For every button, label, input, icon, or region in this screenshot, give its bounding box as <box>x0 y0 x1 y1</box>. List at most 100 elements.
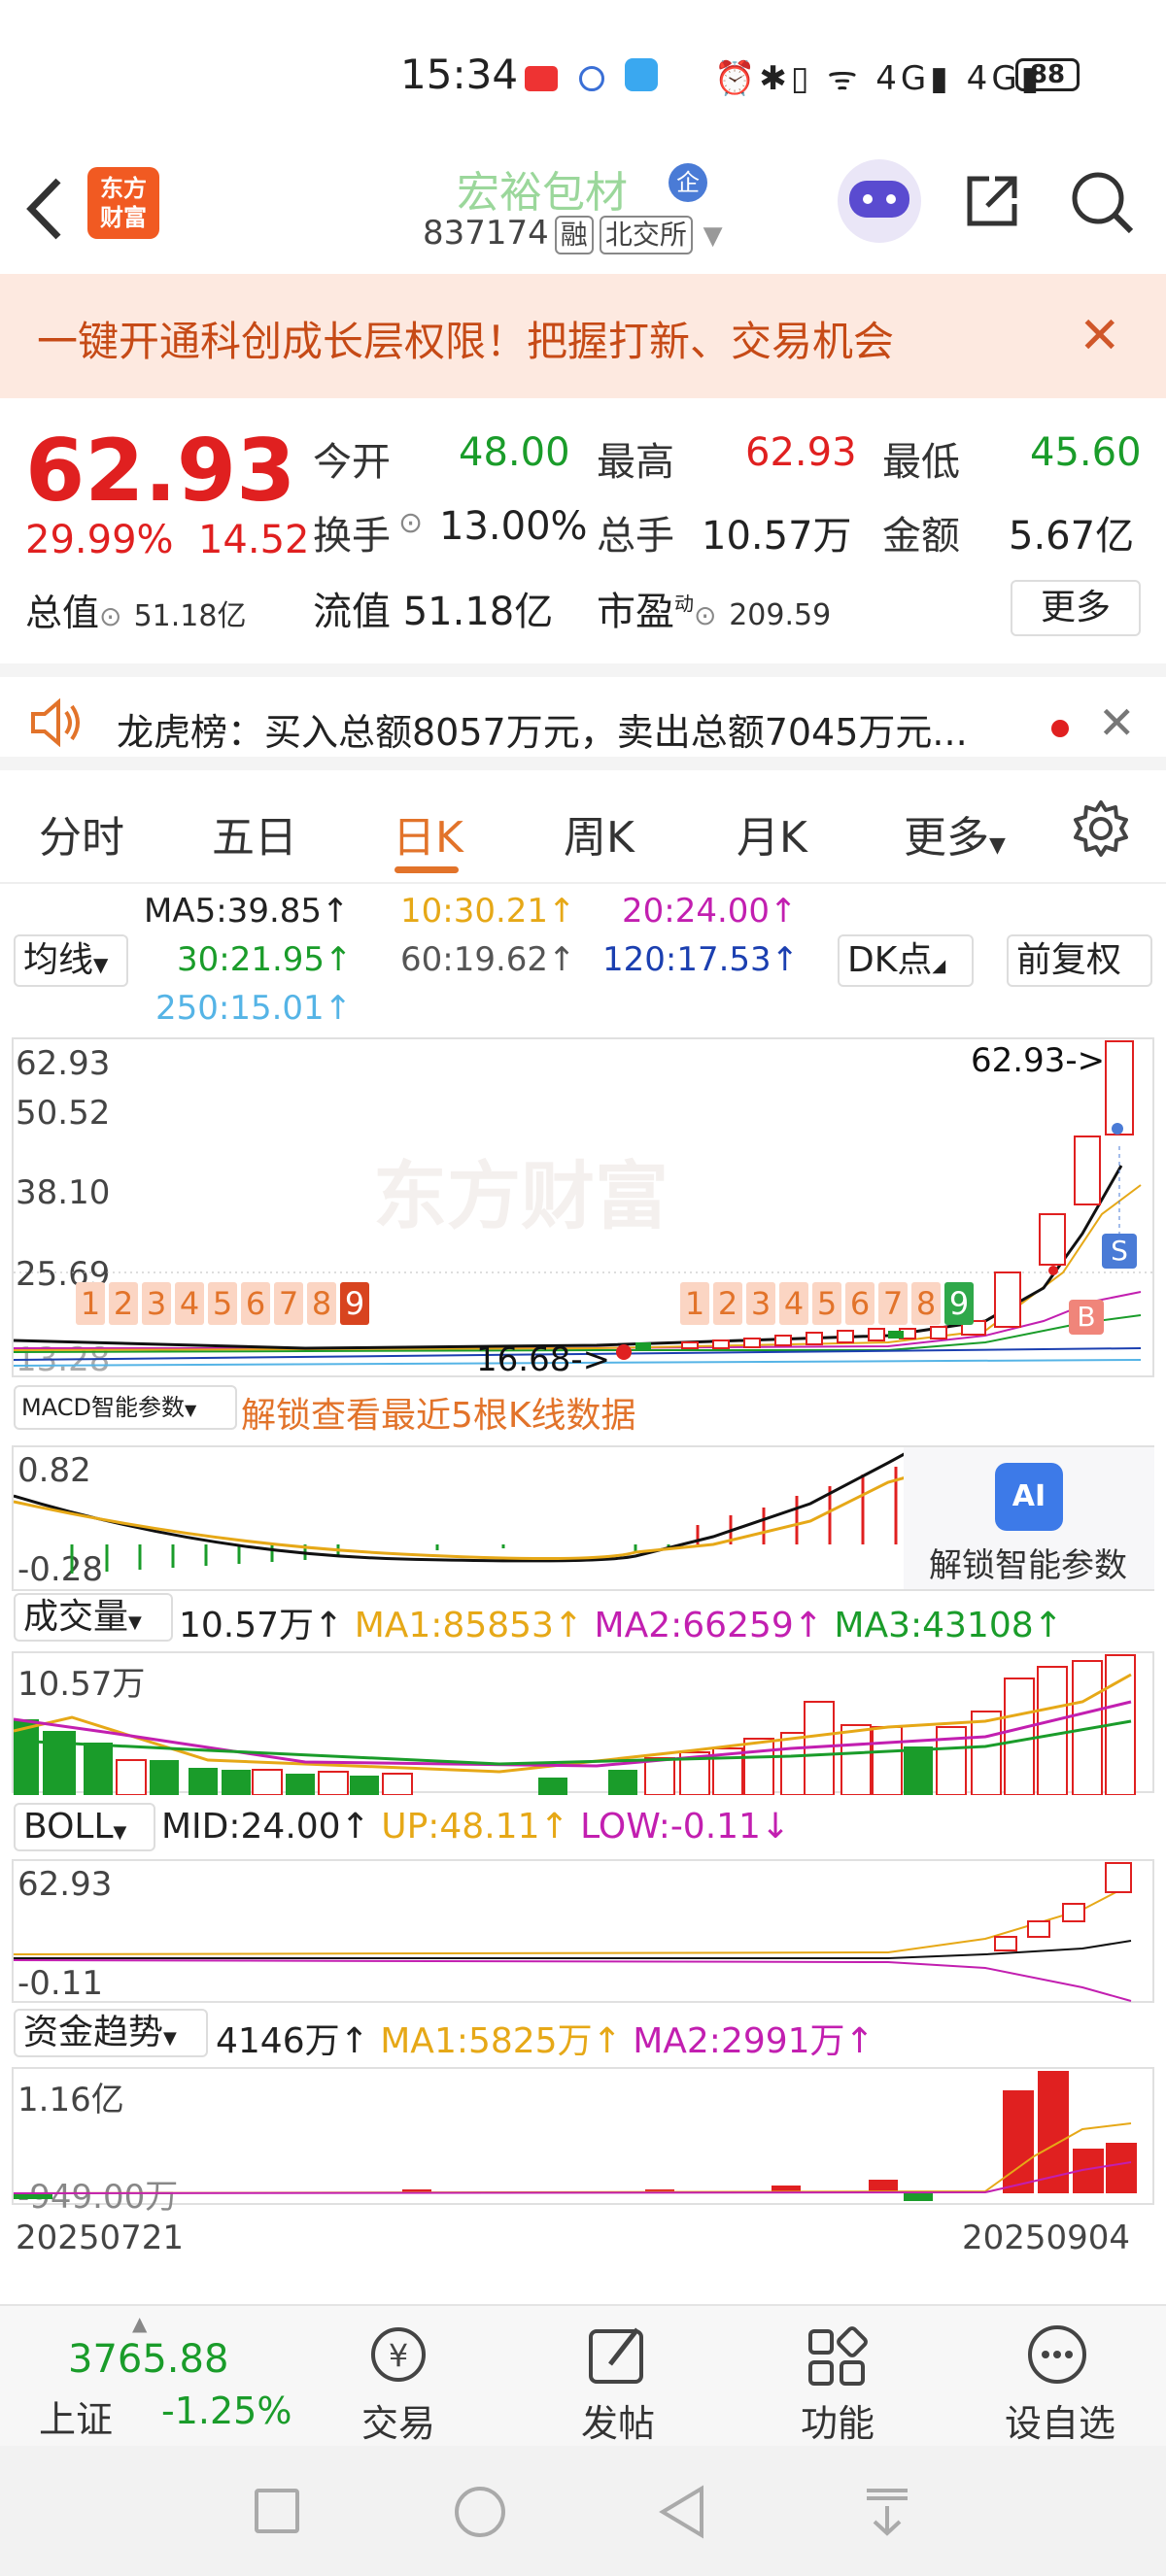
sequence-markers-1: 1 2 3 4 5 6 7 8 9 <box>76 1282 369 1325</box>
ma-selector[interactable]: 均线▼ <box>14 934 128 987</box>
candle <box>994 1271 1021 1328</box>
total-mkt-value: 51.18亿 <box>133 599 247 633</box>
sequence-markers-2: 1 2 3 4 5 6 7 8 9 <box>680 1267 974 1325</box>
caret-down-icon: ▼ <box>128 1612 142 1633</box>
dragon-tiger-bar[interactable]: 龙虎榜：买入总额8057万元，卖出总额7045万元... ✕ <box>0 663 1166 770</box>
seq-marker: 6 <box>845 1282 874 1325</box>
ma120-value: 120:17.53↑ <box>602 940 800 979</box>
volume-ma1: MA1:85853↑ <box>354 1606 584 1645</box>
dk-point-label: DK点 <box>847 940 933 980</box>
pe-sup: 动 <box>674 592 694 616</box>
home-icon[interactable] <box>455 2487 505 2537</box>
ai-unlock-label: 解锁智能参数 <box>929 1546 1127 1585</box>
high-price-note: 62.93-> <box>971 1041 1106 1080</box>
promo-banner[interactable]: 一键开通科创成长层权限！把握打新、交易机会 ✕ <box>0 274 1166 398</box>
caret-down-icon: ▼ <box>163 2028 177 2049</box>
info-icon[interactable]: ⊙ <box>99 600 121 632</box>
back-icon[interactable] <box>657 2485 709 2539</box>
tab-daily-k[interactable]: 日K <box>393 802 463 864</box>
boll-up-line <box>14 1883 1132 1955</box>
boll-chart[interactable]: 62.93 -0.11 <box>12 1859 1154 2003</box>
search-icon[interactable] <box>1069 169 1135 235</box>
candle <box>681 1341 699 1349</box>
index-change[interactable]: -1.25% <box>161 2390 292 2432</box>
nav-functions[interactable]: 功能 <box>789 2393 886 2447</box>
volume-ma3: MA3:43108↑ <box>834 1606 1063 1645</box>
candle <box>888 1331 904 1339</box>
back-arrow-icon[interactable] <box>25 175 93 253</box>
candle <box>868 1328 885 1341</box>
ma10-value: 10:30.21↑ <box>400 892 576 931</box>
recents-icon[interactable] <box>255 2489 299 2533</box>
tab-5day[interactable]: 五日 <box>212 802 297 864</box>
high-value: 62.93 <box>745 430 857 475</box>
share-icon[interactable] <box>962 171 1022 231</box>
gear-icon[interactable] <box>1071 798 1131 859</box>
low-price-note: 16.68-> <box>476 1340 611 1379</box>
close-icon[interactable]: ✕ <box>1098 696 1136 749</box>
promo-text[interactable]: 一键开通科创成长层权限！把握打新、交易机会 <box>37 309 894 368</box>
nav-post[interactable]: 发帖 <box>569 2393 667 2447</box>
more-button[interactable]: 更多 <box>1011 580 1141 636</box>
fund-svg <box>14 2071 1137 2201</box>
nav-trade[interactable]: 交易 <box>350 2393 447 2447</box>
seq-marker: 8 <box>911 1282 941 1325</box>
kline-chart[interactable]: 东方财富 62.93 50.52 38.10 25.69 13.28 62.93… <box>12 1037 1156 1379</box>
more-dots-icon[interactable] <box>1020 2320 1094 2393</box>
seq-marker: 5 <box>208 1282 237 1325</box>
change-percent: 29.99% <box>25 518 174 562</box>
fund-chart[interactable]: 1.16亿 -949.00万 <box>12 2067 1154 2217</box>
macd-unlock-text[interactable]: 解锁查看最近5根K线数据 <box>241 1387 636 1438</box>
tab-monthly-k[interactable]: 月K <box>737 802 807 864</box>
close-icon[interactable]: ✕ <box>1079 307 1121 365</box>
macd-selector-label: MACD智能参数 <box>21 1394 185 1421</box>
functions-icon[interactable] <box>801 2320 874 2393</box>
index-value[interactable]: 3765.88 <box>68 2337 228 2382</box>
index-name[interactable]: 上证 <box>39 2390 113 2443</box>
volume-selector[interactable]: 成交量▼ <box>14 1593 173 1642</box>
candle <box>635 1342 651 1350</box>
pull-down-icon[interactable] <box>863 2485 911 2539</box>
ai-robot-avatar[interactable] <box>838 159 921 243</box>
stock-code-row[interactable]: 837174 融北交所 ▼ <box>423 214 723 254</box>
fund-selector[interactable]: 资金趋势▼ <box>14 2009 208 2057</box>
seq-marker: 2 <box>713 1282 742 1325</box>
tab-intraday[interactable]: 分时 <box>39 802 124 864</box>
turnover-value: 13.00% <box>439 504 588 549</box>
stock-name[interactable]: 宏裕包材 <box>457 157 628 220</box>
boll-low: LOW:-0.11↓ <box>580 1807 791 1847</box>
nav-add-watchlist[interactable]: 设自选 <box>997 2393 1123 2447</box>
boll-selector[interactable]: BOLL▼ <box>14 1803 155 1851</box>
tab-weekly-k[interactable]: 周K <box>564 802 634 864</box>
candle <box>1105 1040 1134 1135</box>
candle <box>712 1339 730 1349</box>
dragon-tiger-text[interactable]: 龙虎榜：买入总额8057万元，卖出总额7045万元... <box>117 702 968 756</box>
trade-icon[interactable]: ¥ <box>361 2320 435 2393</box>
candle <box>930 1326 947 1339</box>
dk-point-button[interactable]: DK点◢ <box>838 934 974 987</box>
macd-selector[interactable]: MACD智能参数▼ <box>14 1385 237 1430</box>
tab-more[interactable]: 更多▼ <box>904 802 1006 864</box>
seq-marker: 3 <box>142 1282 171 1325</box>
seq-marker: 6 <box>241 1282 270 1325</box>
chevron-down-icon: ▼ <box>703 221 723 251</box>
info-icon[interactable]: ⊙ <box>694 599 716 631</box>
bottom-nav: ▲ 3765.88 上证 -1.25% ¥ 交易 发帖 功能 设自选 <box>0 2304 1166 2446</box>
ma250-value: 250:15.01↑ <box>155 989 353 1028</box>
post-icon[interactable] <box>581 2320 655 2393</box>
low-marker <box>616 1344 632 1360</box>
ma30-value: 30:21.95↑ <box>177 940 353 979</box>
volume-chart[interactable]: 10.57万 <box>12 1651 1154 1795</box>
buy-signal-badge[interactable]: B <box>1069 1300 1104 1335</box>
caret-up-icon[interactable]: ▲ <box>132 2312 147 2335</box>
caret-down-icon: ▼ <box>184 1401 197 1419</box>
info-icon[interactable]: ⊙ <box>398 506 423 540</box>
boll-candles <box>994 1862 1132 1951</box>
battery-icon: 88 <box>1015 58 1080 91</box>
sell-signal-badge[interactable]: S <box>1102 1234 1137 1269</box>
seq-marker: 7 <box>878 1282 908 1325</box>
ai-unlock-panel[interactable]: AI 解锁智能参数 <box>904 1447 1154 1589</box>
macd-chart[interactable]: 0.82 -0.28 AI 解锁智能参数 <box>12 1445 1154 1591</box>
ma60-value: 60:19.62↑ <box>400 940 576 979</box>
adjust-button[interactable]: 前复权 <box>1007 934 1152 987</box>
